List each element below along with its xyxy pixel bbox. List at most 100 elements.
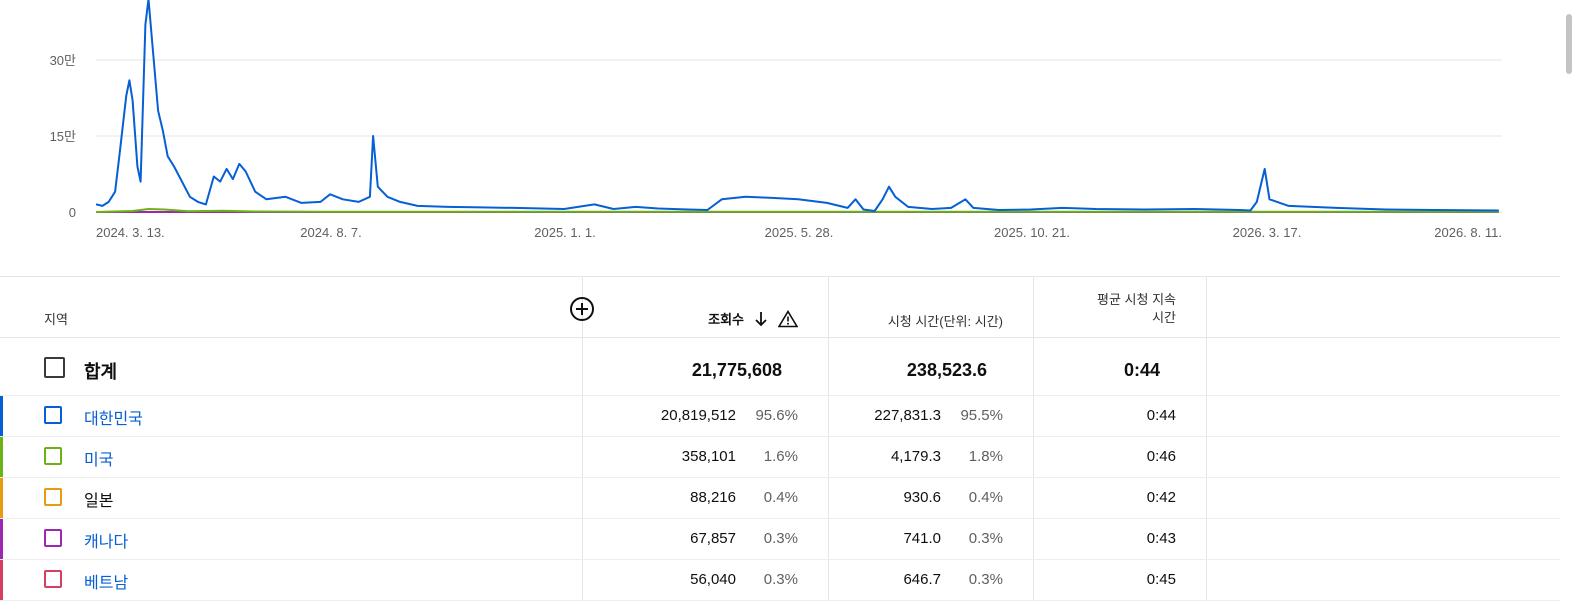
region-name-link[interactable]: 대한민국 (84, 405, 143, 429)
row-color-accent (0, 396, 3, 436)
header-views-group[interactable]: 조회수 (708, 309, 798, 328)
warning-icon[interactable] (778, 309, 798, 328)
row-color-accent (0, 437, 3, 477)
chart-svg: 30만 15만 0 2024. 3. 13. 2024. 8. 7. 2025. 1. 1… (50, 0, 1502, 240)
views-value: 88,216 (690, 489, 736, 506)
watch-time-percent: 0.3% (968, 530, 1003, 547)
column-divider (1033, 560, 1034, 600)
column-divider (582, 478, 583, 518)
column-divider (828, 338, 829, 395)
column-divider (1033, 519, 1034, 559)
views-percent: 0.4% (763, 489, 798, 506)
header-region[interactable]: 지역 (44, 309, 68, 328)
x-tick-label: 2025. 1. 1. (534, 225, 595, 240)
column-divider (1206, 338, 1207, 395)
region-table: 지역 조회수 시청 시간(단위: 시간) 평균 시청 지속 시간 합계 21,7… (0, 277, 1560, 601)
column-divider (1206, 437, 1207, 477)
region-name-link[interactable]: 베트남 (84, 569, 128, 593)
views-line-chart: 30만 15만 0 2024. 3. 13. 2024. 8. 7. 2025. 1. 1… (0, 0, 1560, 276)
column-divider (582, 396, 583, 436)
x-tick-label: 2026. 8. 11. (1434, 225, 1502, 240)
views-percent: 0.3% (763, 571, 798, 588)
column-divider (582, 560, 583, 600)
watch-time-percent: 1.8% (968, 448, 1003, 465)
avg-duration-value: 0:43 (1146, 530, 1176, 547)
watch-time-percent: 95.5% (960, 407, 1003, 424)
column-divider (828, 519, 829, 559)
watch-time-value: 930.6 (903, 489, 941, 506)
row-color-accent (0, 478, 3, 518)
header-avg-duration[interactable]: 평균 시청 지속 시간 (1097, 291, 1176, 327)
views-percent: 95.6% (755, 407, 798, 424)
series-line (96, 208, 1499, 213)
total-row: 합계 21,775,608 238,523.6 0:44 (0, 338, 1560, 396)
column-divider (828, 560, 829, 600)
x-tick-label: 2025. 10. 21. (994, 225, 1070, 240)
column-divider (828, 277, 829, 337)
row-checkbox[interactable] (44, 406, 62, 424)
watch-time-value: 227,831.3 (874, 407, 941, 424)
column-divider (1206, 277, 1207, 337)
column-divider (1033, 396, 1034, 436)
row-checkbox[interactable] (44, 488, 62, 506)
column-divider (582, 437, 583, 477)
y-tick-label: 0 (69, 205, 76, 220)
views-percent: 1.6% (763, 448, 798, 465)
y-tick-label: 30만 (50, 53, 76, 68)
header-watch-time[interactable]: 시청 시간(단위: 시간) (888, 311, 1003, 330)
header-avg-duration-line1: 평균 시청 지속 (1097, 292, 1176, 307)
column-divider (828, 396, 829, 436)
column-divider (828, 437, 829, 477)
total-label: 합계 (84, 362, 118, 382)
watch-time-percent: 0.3% (968, 571, 1003, 588)
total-avg-duration: 0:44 (1123, 360, 1160, 380)
series-line (96, 0, 1499, 212)
column-divider (1033, 277, 1034, 337)
scrollbar-thumb[interactable] (1566, 14, 1572, 74)
region-name-link[interactable]: 캐나다 (84, 528, 128, 552)
watch-time-value: 741.0 (903, 530, 941, 547)
views-value: 20,819,512 (660, 407, 736, 424)
views-percent: 0.3% (763, 530, 798, 547)
avg-duration-value: 0:45 (1146, 571, 1176, 588)
avg-duration-value: 0:44 (1146, 407, 1176, 424)
total-views: 21,775,608 (691, 360, 782, 380)
column-divider (1206, 519, 1207, 559)
header-views[interactable]: 조회수 (708, 309, 744, 328)
table-row: 캐나다 67,857 0.3% 741.0 0.3% 0:43 (0, 519, 1560, 560)
column-divider (582, 338, 583, 395)
header-avg-duration-line2: 시간 (1152, 310, 1176, 325)
sort-descending-icon[interactable] (752, 310, 770, 328)
total-watch-time: 238,523.6 (906, 360, 987, 380)
avg-duration-value: 0:46 (1146, 448, 1176, 465)
row-checkbox[interactable] (44, 447, 62, 465)
table-row: 미국 358,101 1.6% 4,179.3 1.8% 0:46 (0, 437, 1560, 478)
watch-time-value: 4,179.3 (890, 448, 941, 465)
column-divider (1033, 478, 1034, 518)
x-tick-label: 2025. 5. 28. (765, 225, 834, 240)
region-name-link[interactable]: 미국 (84, 446, 113, 470)
page-scrollbar[interactable] (1560, 0, 1576, 595)
column-divider (828, 478, 829, 518)
y-tick-label: 15만 (50, 129, 76, 144)
row-checkbox[interactable] (44, 529, 62, 547)
row-color-accent (0, 519, 3, 559)
column-divider (1206, 478, 1207, 518)
column-divider (1206, 560, 1207, 600)
total-checkbox[interactable] (44, 357, 65, 378)
row-color-accent (0, 560, 3, 600)
views-value: 56,040 (690, 571, 736, 588)
column-divider (1033, 437, 1034, 477)
row-checkbox[interactable] (44, 570, 62, 588)
add-column-icon[interactable] (569, 296, 595, 322)
column-divider (1033, 338, 1034, 395)
region-rows: 대한민국 20,819,512 95.6% 227,831.3 95.5% 0:44 미국 3… (0, 396, 1560, 601)
views-value: 67,857 (690, 530, 736, 547)
x-tick-label: 2024. 3. 13. (96, 225, 165, 240)
table-header-row: 지역 조회수 시청 시간(단위: 시간) 평균 시청 지속 시간 (0, 277, 1560, 338)
table-row: 일본 88,216 0.4% 930.6 0.4% 0:42 (0, 478, 1560, 519)
column-divider (582, 519, 583, 559)
table-row: 대한민국 20,819,512 95.6% 227,831.3 95.5% 0:44 (0, 396, 1560, 437)
region-name-link[interactable]: 일본 (84, 487, 113, 511)
watch-time-value: 646.7 (903, 571, 941, 588)
